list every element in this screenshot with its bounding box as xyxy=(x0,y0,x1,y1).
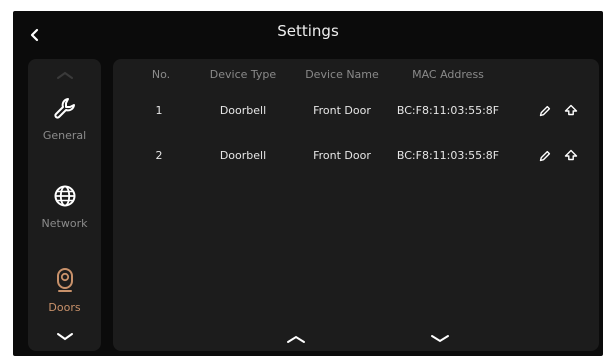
sidebar-item-label: Network xyxy=(41,217,88,230)
table-row: 1 Doorbell Front Door BC:F8:11:03:55:8F xyxy=(113,98,599,128)
settings-screen: Settings General Network Doors No. Devic… xyxy=(13,11,603,356)
edit-button[interactable] xyxy=(536,147,554,165)
chevron-up-icon xyxy=(287,335,305,343)
chevron-down-icon xyxy=(56,333,73,341)
chevron-up-icon xyxy=(56,71,73,79)
upload-icon xyxy=(564,104,578,116)
column-header-no: No. xyxy=(151,68,171,81)
cell-no: 1 xyxy=(155,104,163,117)
device-table: No. Device Type Device Name MAC Address … xyxy=(113,59,599,351)
globe-icon xyxy=(54,185,76,207)
upgrade-button[interactable] xyxy=(562,147,580,165)
column-header-device-type: Device Type xyxy=(209,68,277,81)
upload-icon xyxy=(564,149,578,161)
sidebar-item-label: Doors xyxy=(48,301,81,314)
wrench-icon xyxy=(54,98,75,119)
cell-no: 2 xyxy=(155,149,163,162)
page-down-button[interactable] xyxy=(425,331,455,347)
column-header-device-name: Device Name xyxy=(305,68,379,81)
chevron-down-icon xyxy=(431,335,449,343)
doorbell-icon xyxy=(57,268,73,292)
page-title: Settings xyxy=(277,22,339,40)
sidebar-item-label: General xyxy=(42,129,87,142)
table-row: 2 Doorbell Front Door BC:F8:11:03:55:8F xyxy=(113,143,599,173)
sidebar: General Network Doors xyxy=(28,59,101,351)
cell-mac-address: BC:F8:11:03:55:8F xyxy=(396,104,500,117)
column-header-mac-address: MAC Address xyxy=(412,68,484,81)
pencil-icon xyxy=(539,105,551,117)
page-up-button[interactable] xyxy=(281,331,311,347)
sidebar-scroll-up-button[interactable] xyxy=(28,65,101,85)
sidebar-item-general[interactable]: General xyxy=(28,95,101,165)
sidebar-item-network[interactable]: Network xyxy=(28,183,101,253)
cell-device-type: Doorbell xyxy=(219,104,267,117)
cell-device-name: Front Door xyxy=(313,149,371,162)
cell-mac-address: BC:F8:11:03:55:8F xyxy=(396,149,500,162)
edit-button[interactable] xyxy=(536,102,554,120)
upgrade-button[interactable] xyxy=(562,102,580,120)
pencil-icon xyxy=(539,150,551,162)
cell-device-type: Doorbell xyxy=(219,149,267,162)
header: Settings xyxy=(13,11,603,57)
sidebar-scroll-down-button[interactable] xyxy=(28,327,101,347)
cell-device-name: Front Door xyxy=(313,104,371,117)
